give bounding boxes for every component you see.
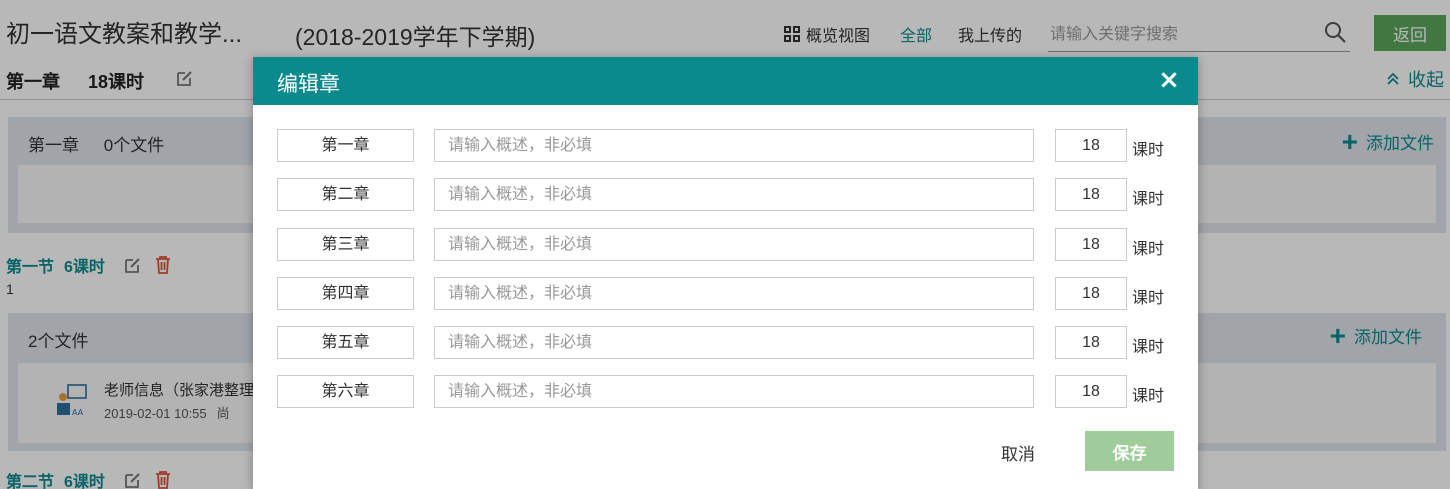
chapter-name-box: 第二章 [277,178,414,211]
hours-unit: 课时 [1132,388,1165,405]
modal-title: 编辑章 [277,73,340,96]
description-input[interactable] [434,375,1034,408]
hours-unit: 课时 [1132,290,1165,307]
description-input[interactable] [434,129,1034,162]
edit-chapter-modal: 编辑章 × 第一章 课时 第二章 课时 第三章 课时 第四章 课时 第五章 课时… [253,57,1198,489]
cancel-button[interactable]: 取消 [983,432,1053,472]
chapter-row: 第一章 课时 [277,129,1177,163]
hours-unit: 课时 [1132,339,1165,356]
description-input[interactable] [434,326,1034,359]
chapter-row: 第五章 课时 [277,326,1177,360]
hours-input[interactable] [1055,228,1127,261]
chapter-name-box: 第三章 [277,228,414,261]
save-button[interactable]: 保存 [1085,431,1174,471]
description-input[interactable] [434,277,1034,310]
chapter-row: 第三章 课时 [277,228,1177,262]
chapter-row: 第六章 课时 [277,375,1177,409]
hours-unit: 课时 [1132,191,1165,208]
close-icon: × [1158,65,1180,95]
hours-input[interactable] [1055,277,1127,310]
chapter-name-box: 第五章 [277,326,414,359]
hours-unit: 课时 [1132,241,1165,258]
chapter-name-box: 第六章 [277,375,414,408]
description-input[interactable] [434,178,1034,211]
hours-unit: 课时 [1132,142,1165,159]
chapter-row: 第四章 课时 [277,277,1177,311]
hours-input[interactable] [1055,326,1127,359]
hours-input[interactable] [1055,129,1127,162]
modal-header: 编辑章 × [253,57,1198,105]
close-button[interactable]: × [1156,67,1182,93]
chapter-row: 第二章 课时 [277,178,1177,212]
chapter-name-box: 第四章 [277,277,414,310]
description-input[interactable] [434,228,1034,261]
hours-input[interactable] [1055,375,1127,408]
chapter-name-box: 第一章 [277,129,414,162]
hours-input[interactable] [1055,178,1127,211]
